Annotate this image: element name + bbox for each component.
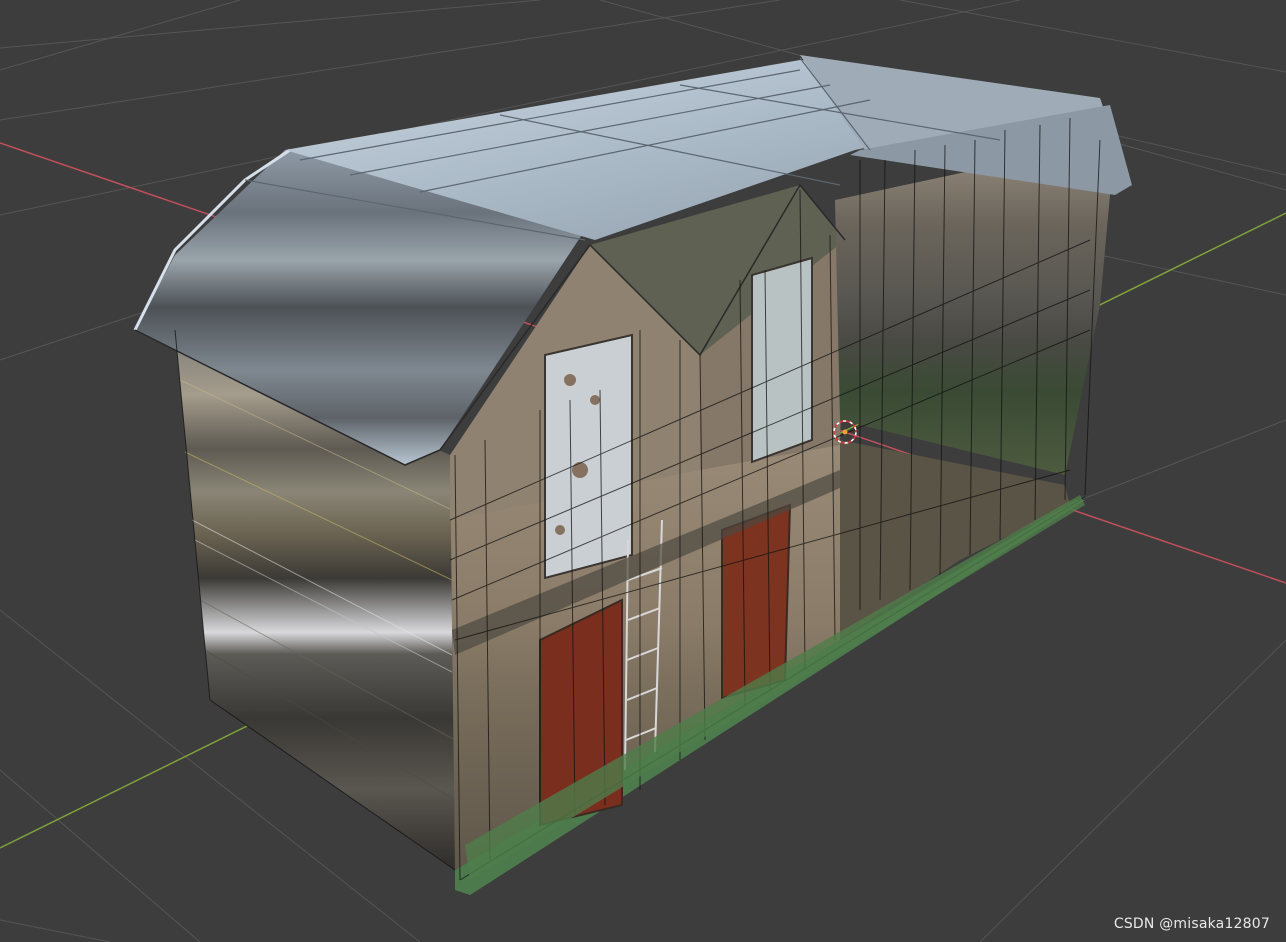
scene-canvas[interactable] (0, 0, 1286, 942)
3d-viewport[interactable]: CSDN @misaka12807 (0, 0, 1286, 942)
watermark-text: CSDN @misaka12807 (1113, 916, 1270, 932)
window-upper-left (544, 333, 633, 580)
right-wall (835, 140, 1115, 475)
building-model[interactable] (133, 55, 1132, 895)
